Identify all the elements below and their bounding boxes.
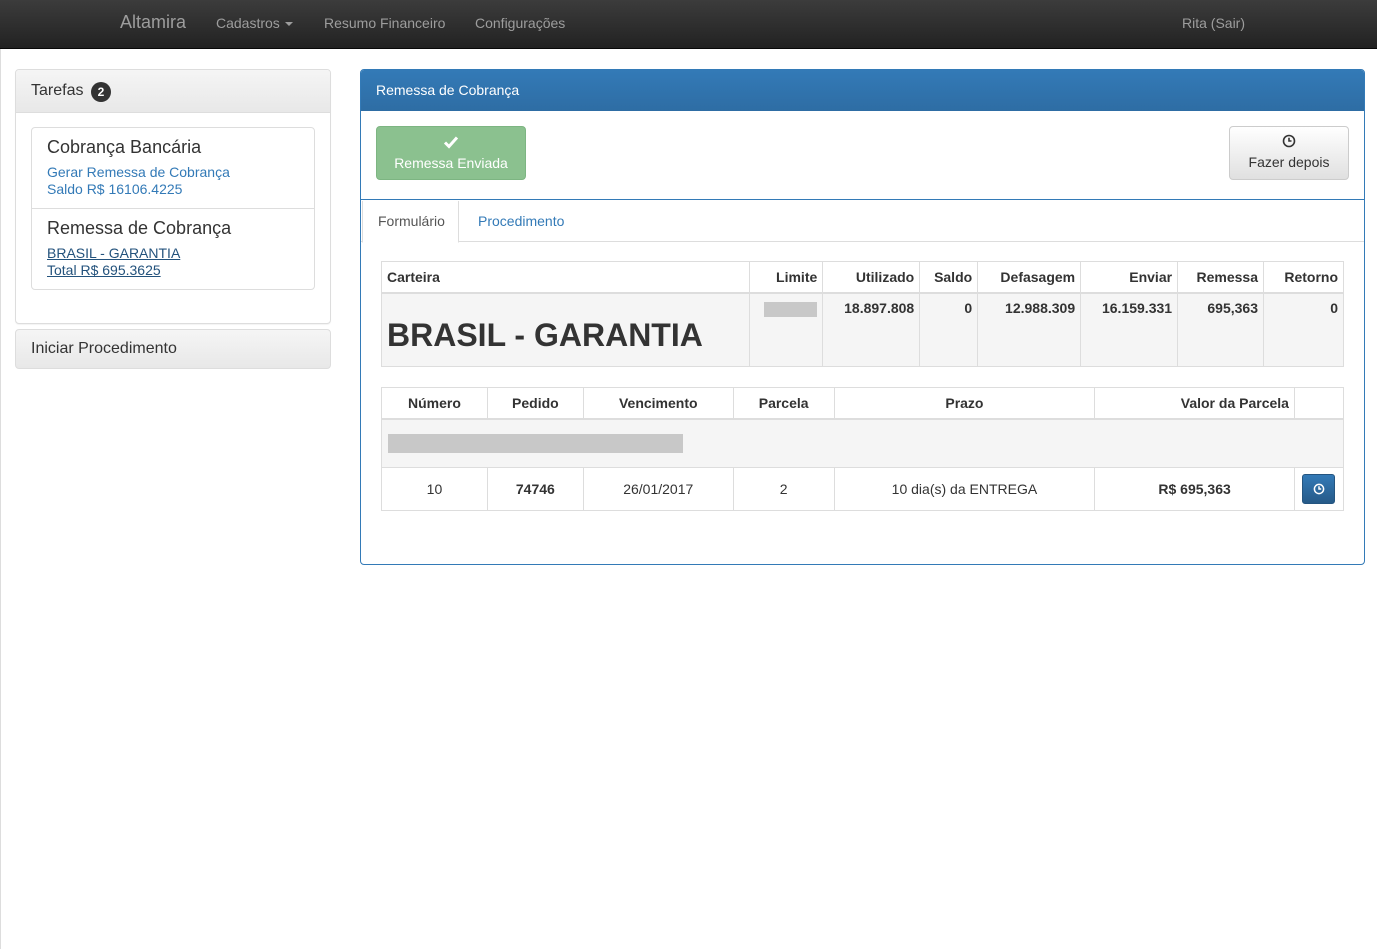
vencimento-cell: 26/01/2017	[582, 467, 734, 511]
nav-cadastros[interactable]: Cadastros	[216, 15, 293, 31]
tasks-panel: Tarefas 2 Cobrança Bancária Gerar Remess…	[15, 69, 331, 324]
col-utilizado: Utilizado	[822, 261, 921, 294]
prazo-cell: 10 dia(s) da ENTREGA	[833, 467, 1096, 511]
defasagem-value: 12.988.309	[977, 292, 1082, 367]
summary-header-row: Carteira Limite Utilizado Saldo Defasage…	[380, 261, 1344, 294]
col-enviar: Enviar	[1080, 261, 1179, 294]
clock-icon	[1314, 483, 1325, 495]
parcelas-table: Número Pedido Vencimento Parcela Prazo V…	[381, 387, 1345, 511]
remessa-enviada-label: Remessa Enviada	[394, 155, 508, 171]
task-item-detail[interactable]: Total R$ 695.3625	[47, 262, 299, 279]
col-numero: Número	[381, 387, 488, 420]
parcela-cell: 2	[732, 467, 835, 511]
col-actions	[1293, 387, 1345, 420]
nav-configuracoes[interactable]: Configurações	[475, 15, 565, 31]
clock-icon	[1282, 134, 1296, 148]
row-postpone-button[interactable]	[1302, 474, 1336, 504]
col-valor-parcela: Valor da Parcela	[1094, 387, 1295, 420]
tab-bar: Formulário Procedimento	[361, 201, 1364, 243]
fazer-depois-label: Fazer depois	[1248, 154, 1330, 170]
fazer-depois-button[interactable]: Fazer depois	[1229, 126, 1349, 180]
summary-table: Carteira Limite Utilizado Saldo Defasage…	[380, 261, 1344, 367]
col-defasagem: Defasagem	[977, 261, 1082, 294]
col-retorno: Retorno	[1263, 261, 1344, 294]
task-list: Cobrança Bancária Gerar Remessa de Cobra…	[31, 127, 315, 290]
col-vencimento: Vencimento	[582, 387, 734, 420]
task-item-subtitle: Gerar Remessa de Cobrança	[47, 164, 230, 180]
task-item-detail: Saldo R$ 16106.4225	[47, 181, 183, 197]
caret-down-icon	[284, 22, 293, 27]
task-item-title: Remessa de Cobrança	[47, 218, 232, 238]
nav-resumo-financeiro[interactable]: Resumo Financeiro	[324, 15, 445, 31]
redacted-block	[388, 433, 683, 453]
brand-link[interactable]: Altamira	[120, 12, 186, 33]
saldo-value: 0	[919, 292, 979, 367]
col-parcela: Parcela	[732, 387, 835, 420]
remessa-value: 695,363	[1177, 292, 1264, 367]
col-limite: Limite	[749, 261, 824, 294]
retorno-value: 0	[1263, 292, 1344, 367]
panel-title: Remessa de Cobrança	[361, 70, 1364, 111]
enviar-value: 16.159.331	[1080, 292, 1179, 367]
table-row: 10 74746 26/01/2017 2 10 dia(s) da ENTRE…	[381, 467, 1345, 511]
start-procedure-button[interactable]: Iniciar Procedimento	[15, 329, 331, 369]
col-remessa: Remessa	[1177, 261, 1264, 294]
task-item-subtitle[interactable]: BRASIL - GARANTIA	[47, 245, 299, 262]
group-row	[381, 418, 1344, 468]
tab-procedimento[interactable]: Procedimento	[463, 201, 579, 242]
tab-formulario[interactable]: Formulário	[362, 201, 459, 243]
task-item-remessa-cobranca[interactable]: Remessa de Cobrança BRASIL - GARANTIA To…	[32, 208, 314, 289]
remessa-panel: Remessa de Cobrança Remessa Enviada Faze…	[360, 69, 1365, 565]
action-cell	[1293, 467, 1345, 511]
carteira-value: BRASIL - GARANTIA	[380, 292, 751, 367]
task-item-cobranca-bancaria[interactable]: Cobrança Bancária Gerar Remessa de Cobra…	[32, 128, 314, 208]
utilizado-value: 18.897.808	[822, 292, 921, 367]
redacted-block	[764, 301, 818, 317]
col-prazo: Prazo	[833, 387, 1096, 420]
col-saldo: Saldo	[919, 261, 979, 294]
nav-cadastros-label: Cadastros	[216, 15, 280, 31]
remessa-enviada-button[interactable]: Remessa Enviada	[376, 126, 526, 180]
col-pedido: Pedido	[486, 387, 584, 420]
col-carteira: Carteira	[380, 261, 751, 294]
user-logout-link[interactable]: Rita (Sair)	[1182, 15, 1245, 31]
tasks-count-badge: 2	[90, 82, 111, 102]
action-toolbar: Remessa Enviada Fazer depois	[361, 111, 1364, 200]
top-navbar: Altamira Cadastros Resumo Financeiro Con…	[0, 0, 1377, 49]
summary-row: BRASIL - GARANTIA 18.897.808 0 12.988.30…	[380, 292, 1344, 367]
tasks-heading: Tarefas 2	[16, 70, 330, 113]
valor-cell: R$ 695,363	[1094, 467, 1295, 511]
limite-value	[749, 292, 824, 367]
numero-cell: 10	[381, 467, 488, 511]
task-item-title: Cobrança Bancária	[47, 137, 202, 157]
pedido-cell: 74746	[486, 467, 584, 511]
tasks-title: Tarefas	[31, 82, 84, 99]
parcelas-header-row: Número Pedido Vencimento Parcela Prazo V…	[381, 387, 1345, 420]
check-icon	[443, 136, 459, 149]
group-cell	[381, 418, 1344, 468]
